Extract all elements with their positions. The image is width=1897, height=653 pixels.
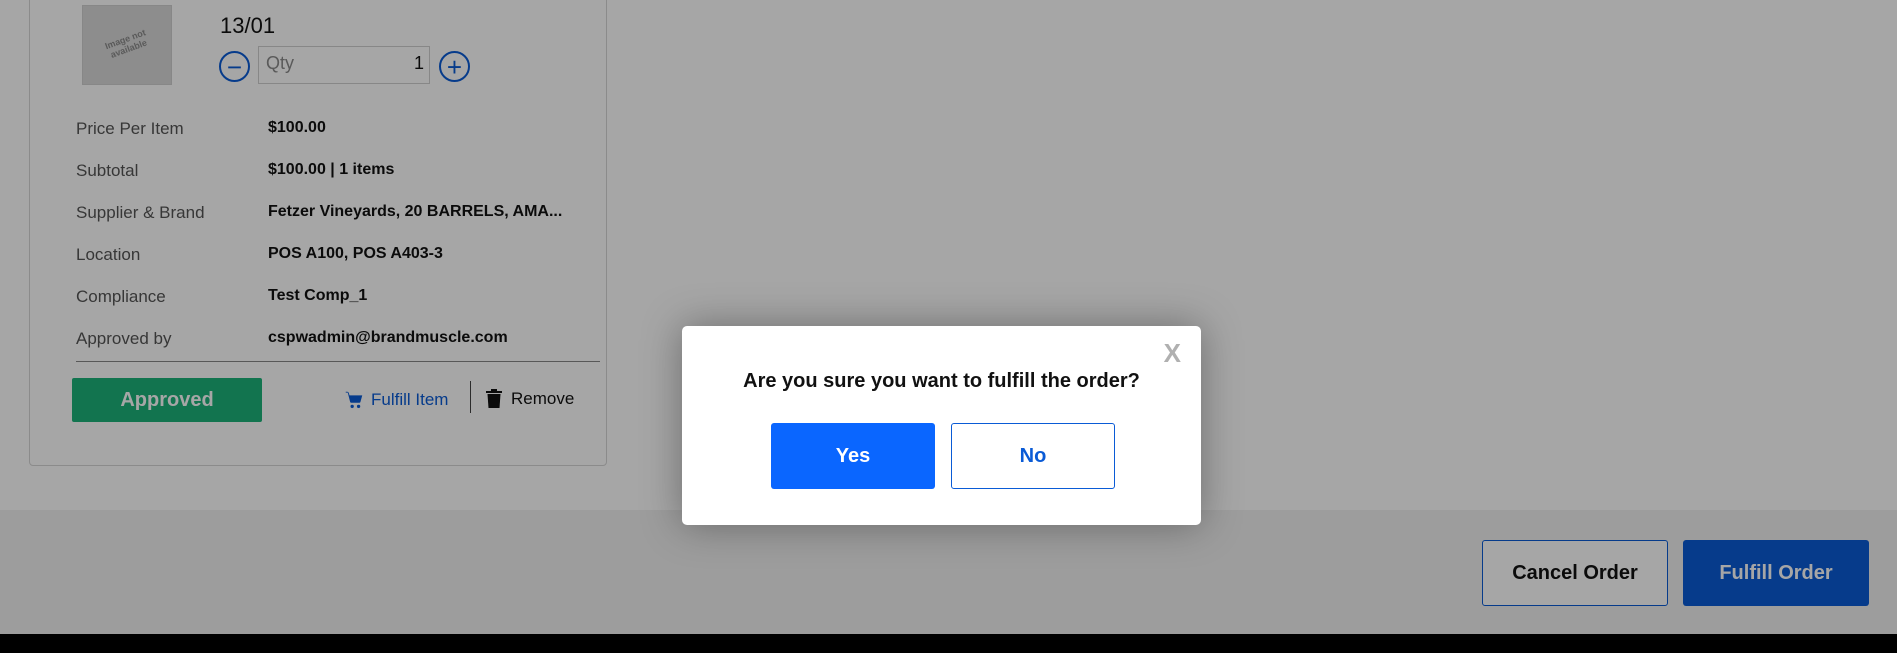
- no-button[interactable]: No: [951, 423, 1115, 489]
- dialog-message: Are you sure you want to fulfill the ord…: [743, 370, 1140, 392]
- close-icon[interactable]: X: [1164, 338, 1181, 369]
- yes-button[interactable]: Yes: [771, 423, 935, 489]
- modal-overlay: [0, 0, 1897, 634]
- bottom-bar: [0, 634, 1897, 653]
- confirm-fulfill-dialog: X Are you sure you want to fulfill the o…: [682, 326, 1201, 525]
- page: Image not available 13/01 − Qty 1 + Pric…: [0, 0, 1897, 653]
